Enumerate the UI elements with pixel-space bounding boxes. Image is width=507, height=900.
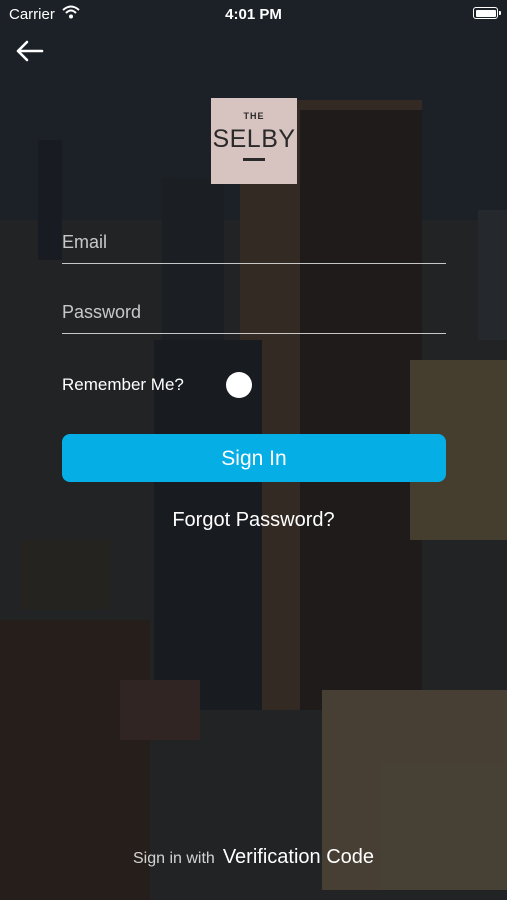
selby-logo: THE SELBY bbox=[211, 98, 297, 184]
clock-label: 4:01 PM bbox=[225, 6, 282, 23]
password-field bbox=[62, 297, 446, 334]
logo-name: SELBY bbox=[212, 125, 296, 153]
verification-signin-row: Sign in with Verification Code bbox=[0, 846, 507, 869]
forgot-password-link[interactable]: Forgot Password? bbox=[0, 509, 507, 532]
battery-icon bbox=[473, 7, 501, 19]
remember-me-toggle[interactable] bbox=[226, 372, 252, 398]
sign-in-with-label: Sign in with bbox=[132, 850, 215, 867]
remember-me-label: Remember Me? bbox=[62, 375, 184, 394]
password-input[interactable] bbox=[62, 297, 446, 327]
arrow-left-icon[interactable] bbox=[14, 38, 46, 64]
logo-the: THE bbox=[243, 111, 265, 121]
status-bar: Carrier 4:01 PM bbox=[0, 0, 507, 30]
email-field bbox=[62, 227, 446, 264]
verification-code-link[interactable]: Verification Code bbox=[223, 846, 374, 868]
email-input[interactable] bbox=[62, 227, 446, 257]
logo-bar bbox=[243, 158, 265, 161]
login-screen: Carrier 4:01 PM THE SELBY Remember Me? S… bbox=[0, 0, 507, 900]
sign-in-button[interactable]: Sign In bbox=[62, 434, 446, 482]
